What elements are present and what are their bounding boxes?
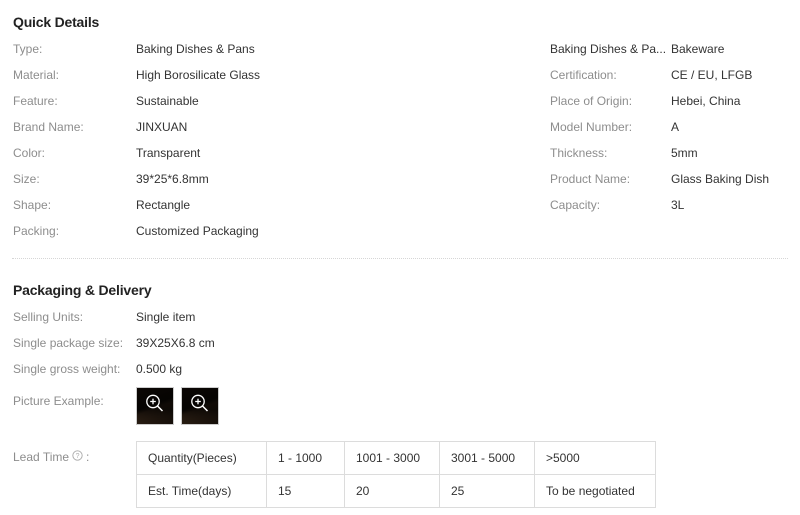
spec-row-single-gross-weight: Single gross weight: 0.500 kg: [13, 361, 800, 387]
spec-value-packing: Customized Packaging: [136, 223, 259, 239]
spec-row-shape: Shape: Rectangle: [13, 197, 525, 223]
spec-label-shape: Shape:: [13, 197, 136, 213]
packaging-delivery-section: Packaging & Delivery Selling Units: Sing…: [0, 282, 800, 508]
spec-value-single-package-size: 39X25X6.8 cm: [136, 335, 215, 351]
spec-label-thickness: Thickness:: [550, 145, 671, 161]
spec-value-feature: Sustainable: [136, 93, 199, 109]
spec-row-model-number: Model Number: A: [550, 119, 800, 145]
spec-row-capacity: Capacity: 3L: [550, 197, 800, 223]
spec-row-type: Type: Baking Dishes & Pans: [13, 41, 525, 67]
spec-row-product-name: Product Name: Glass Baking Dish: [550, 171, 800, 197]
quick-details-section: Quick Details Type: Baking Dishes & Pans…: [0, 14, 800, 249]
spec-label-color: Color:: [13, 145, 136, 161]
spec-value-material: High Borosilicate Glass: [136, 67, 260, 83]
question-mark-circle-icon[interactable]: ?: [72, 449, 83, 465]
spec-label-picture-example: Picture Example:: [13, 387, 136, 409]
spec-row-material: Material: High Borosilicate Glass: [13, 67, 525, 93]
spec-value-size: 39*25*6.8mm: [136, 171, 209, 187]
lead-time-label-text: Lead Time: [13, 449, 69, 465]
cell-est-time-tier-3: 25: [440, 475, 535, 508]
quick-details-columns: Type: Baking Dishes & Pans Material: Hig…: [0, 41, 800, 249]
spec-label-model-number: Model Number:: [550, 119, 671, 135]
spec-row-selling-units: Selling Units: Single item: [13, 309, 800, 335]
spec-row-picture-example: Picture Example:: [13, 387, 800, 433]
spec-label-product-name: Product Name:: [550, 171, 671, 187]
spec-row-lead-time: Lead Time ? : Quantity(Pieces) 1 - 1000: [13, 441, 800, 508]
spec-label-lead-time: Lead Time ? :: [13, 441, 136, 465]
spec-row-packing: Packing: Customized Packaging: [13, 223, 525, 249]
spec-value-selling-units: Single item: [136, 309, 195, 325]
spec-label-single-gross-weight: Single gross weight:: [13, 361, 136, 377]
spec-label-type: Type:: [13, 41, 136, 57]
spec-label-capacity: Capacity:: [550, 197, 671, 213]
zoom-in-icon: [144, 393, 166, 418]
spec-label-brand-name: Brand Name:: [13, 119, 136, 135]
zoom-in-icon: [189, 393, 211, 418]
table-row-quantity: Quantity(Pieces) 1 - 1000 1001 - 3000 30…: [137, 442, 656, 475]
spec-value-type: Baking Dishes & Pans: [136, 41, 255, 57]
cell-est-time-tier-2: 20: [345, 475, 440, 508]
spec-label-place-of-origin: Place of Origin:: [550, 93, 671, 109]
table-row-est-time: Est. Time(days) 15 20 25 To be negotiate…: [137, 475, 656, 508]
spec-label-feature: Feature:: [13, 93, 136, 109]
spec-row-brand-name: Brand Name: JINXUAN: [13, 119, 525, 145]
spec-label-certification: Certification:: [550, 67, 671, 83]
spec-label-single-package-size: Single package size:: [13, 335, 136, 351]
spec-row-thickness: Thickness: 5mm: [550, 145, 800, 171]
svg-text:?: ?: [76, 453, 80, 460]
lead-time-label-suffix: :: [86, 449, 89, 465]
spec-row-place-of-origin: Place of Origin: Hebei, China: [550, 93, 800, 119]
spec-label-size: Size:: [13, 171, 136, 187]
quick-details-title: Quick Details: [13, 14, 800, 30]
spec-value-place-of-origin: Hebei, China: [671, 93, 740, 109]
spec-value-color: Transparent: [136, 145, 200, 161]
cell-est-time-header: Est. Time(days): [137, 475, 267, 508]
spec-value-brand-name: JINXUAN: [136, 119, 187, 135]
spec-row-single-package-size: Single package size: 39X25X6.8 cm: [13, 335, 800, 361]
picture-thumbnail-1[interactable]: [136, 387, 174, 425]
packaging-delivery-rows: Selling Units: Single item Single packag…: [0, 309, 800, 508]
spec-label-baking-dishes-pans: Baking Dishes & Pa...: [550, 41, 671, 57]
cell-est-time-tier-4: To be negotiated: [535, 475, 656, 508]
cell-quantity-header: Quantity(Pieces): [137, 442, 267, 475]
spec-value-capacity: 3L: [671, 197, 684, 213]
quick-details-left-column: Type: Baking Dishes & Pans Material: Hig…: [0, 41, 525, 249]
section-divider: [12, 258, 788, 259]
cell-quantity-tier-3: 3001 - 5000: [440, 442, 535, 475]
spec-value-model-number: A: [671, 119, 679, 135]
spec-value-shape: Rectangle: [136, 197, 190, 213]
cell-est-time-tier-1: 15: [267, 475, 345, 508]
spec-row-certification: Certification: CE / EU, LFGB: [550, 67, 800, 93]
quick-details-right-column: Baking Dishes & Pa... Bakeware Certifica…: [525, 41, 800, 249]
spec-value-single-gross-weight: 0.500 kg: [136, 361, 182, 377]
spec-row-baking-dishes-pans: Baking Dishes & Pa... Bakeware: [550, 41, 800, 67]
spec-row-feature: Feature: Sustainable: [13, 93, 525, 119]
spec-row-color: Color: Transparent: [13, 145, 525, 171]
cell-quantity-tier-1: 1 - 1000: [267, 442, 345, 475]
spec-value-certification: CE / EU, LFGB: [671, 67, 752, 83]
spec-value-thickness: 5mm: [671, 145, 698, 161]
spec-label-packing: Packing:: [13, 223, 136, 239]
picture-thumbnail-2[interactable]: [181, 387, 219, 425]
spec-value-product-name: Glass Baking Dish: [671, 171, 769, 187]
cell-quantity-tier-2: 1001 - 3000: [345, 442, 440, 475]
packaging-delivery-title: Packaging & Delivery: [13, 282, 800, 298]
spec-label-material: Material:: [13, 67, 136, 83]
lead-time-table: Quantity(Pieces) 1 - 1000 1001 - 3000 30…: [136, 441, 656, 508]
picture-example-thumbnails: [136, 387, 219, 425]
cell-quantity-tier-4: >5000: [535, 442, 656, 475]
spec-label-selling-units: Selling Units:: [13, 309, 136, 325]
spec-value-baking-dishes-pans: Bakeware: [671, 41, 724, 57]
spec-row-size: Size: 39*25*6.8mm: [13, 171, 525, 197]
